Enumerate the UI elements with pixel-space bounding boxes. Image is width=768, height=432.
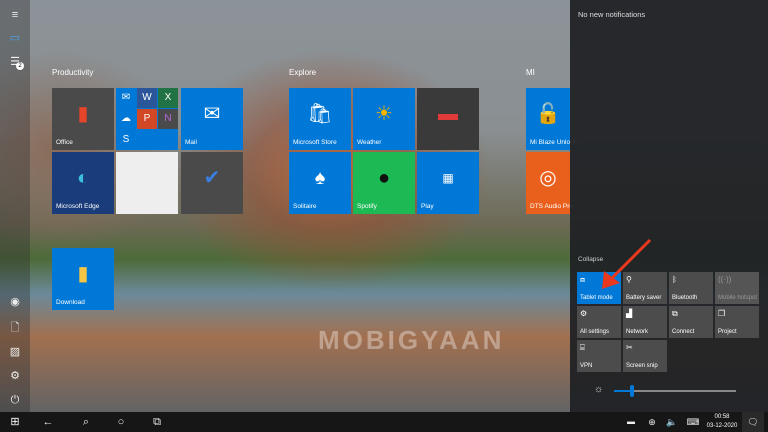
tile-play[interactable]: ▦ Play	[417, 152, 479, 214]
hotspot-icon: ((·))	[718, 275, 732, 284]
tile-microsoft-edge[interactable]: ◐ Microsoft Edge	[52, 152, 114, 214]
hamburger-icon[interactable]: ≡	[8, 8, 22, 22]
tile-mi-blaze-unlock[interactable]: 🔓 Mi Blaze Unlock	[526, 88, 577, 150]
connect-icon: ⧉	[672, 309, 678, 318]
tile-dts-audio[interactable]: ◎ DTS Audio Pro	[526, 152, 573, 214]
tile-todo[interactable]: ✔	[181, 152, 243, 214]
tile-microsoft-store[interactable]: 🛍 Microsoft Store	[289, 88, 351, 150]
group-label-explore: Explore	[289, 68, 317, 77]
red-arrow-annotation	[602, 238, 652, 289]
spotify-icon: ●	[377, 167, 391, 190]
network-icon: ▟	[626, 309, 633, 318]
bluetooth-icon: ᛒ	[672, 275, 677, 284]
quick-action-bluetooth[interactable]: ᛒ Bluetooth	[669, 272, 713, 304]
cards-icon: ♠	[314, 167, 326, 190]
project-icon: ❐	[718, 309, 726, 318]
news-icon: ▬	[438, 103, 458, 126]
gear-icon: ⚙	[580, 309, 588, 318]
checkmark-icon: ✔	[203, 167, 221, 190]
clock-time: 00:58	[714, 414, 730, 420]
quick-action-connect[interactable]: ⧉ Connect	[669, 306, 713, 338]
battery-icon[interactable]: ▬	[624, 412, 638, 432]
action-center: No new notifications Collapse ⧈ Tablet mo…	[570, 0, 768, 412]
user-avatar-icon[interactable]: ◉	[8, 295, 22, 309]
quick-action-all-settings[interactable]: ⚙ All settings	[577, 306, 621, 338]
all-apps-list-icon[interactable]: ☰ 2	[8, 55, 24, 70]
onenote-icon[interactable]: N	[158, 109, 178, 129]
brightness-slider[interactable]	[614, 385, 736, 397]
pictures-icon[interactable]: ▨	[8, 345, 22, 359]
taskbar: ⊞ ← ⌕ ○ ⧉ ▬ ⊕ 🔈 ⌨ 00:58 03-12-2020 🗨	[0, 412, 768, 432]
watermark: MOBIGYAAN	[318, 325, 505, 355]
outlook-icon[interactable]: ✉	[116, 88, 136, 108]
tile-office[interactable]: ▮ Office	[52, 88, 114, 150]
brightness-thumb[interactable]	[630, 385, 635, 397]
weather-icon: ☀	[375, 103, 393, 126]
brightness-icon: ☼	[594, 384, 604, 395]
quick-action-vpn[interactable]: ⌸ VPN	[577, 340, 621, 372]
tile-solitaire[interactable]: ♠ Solitaire	[289, 152, 351, 214]
task-view-icon[interactable]: ⧉	[148, 412, 166, 432]
edge-icon: ◐	[76, 167, 90, 190]
tile-spotify[interactable]: ● Spotify	[353, 152, 415, 214]
quick-action-network[interactable]: ▟ Network	[623, 306, 667, 338]
folder-icon: ▮	[77, 263, 89, 286]
powerpoint-icon[interactable]: P	[137, 109, 157, 129]
tile-mail[interactable]: ✉ Mail	[181, 88, 243, 150]
quick-action-screen-snip[interactable]: ✂ Screen snip	[623, 340, 667, 372]
quick-action-project[interactable]: ❐ Project	[715, 306, 759, 338]
dts-icon: ◎	[539, 167, 557, 190]
action-center-button-icon[interactable]: 🗨	[742, 412, 764, 432]
quick-action-mobile-hotspot[interactable]: ((·)) Mobile hotspot	[715, 272, 759, 304]
touch-keyboard-icon[interactable]: ⌨	[684, 412, 702, 432]
tile-live-preview[interactable]	[116, 152, 178, 214]
tile-download[interactable]: ▮ Download	[52, 248, 114, 310]
all-tiles-icon[interactable]: ▭	[8, 31, 22, 45]
list-badge: 2	[16, 62, 24, 70]
start-rail: ≡ ▭ ☰ 2 ◉ 🗋 ▨ ⚙ ⏻	[0, 0, 30, 412]
clock[interactable]: 00:58 03-12-2020	[702, 413, 742, 431]
cortana-icon[interactable]: ○	[112, 412, 130, 432]
volume-icon[interactable]: 🔈	[665, 412, 679, 432]
search-icon[interactable]: ⌕	[76, 412, 96, 432]
office-icon: ▮	[77, 103, 89, 126]
mail-icon: ✉	[203, 103, 221, 126]
documents-icon[interactable]: 🗋	[8, 321, 22, 335]
power-icon[interactable]: ⏻	[8, 393, 22, 407]
word-icon[interactable]: W	[137, 88, 157, 108]
games-grid-icon: ▦	[442, 171, 454, 186]
network-globe-icon[interactable]: ⊕	[645, 412, 659, 432]
windows-start-icon[interactable]: ⊞	[6, 412, 24, 432]
group-label-mi: MI	[526, 68, 535, 77]
screen-snip-icon: ✂	[626, 343, 633, 352]
lock-icon: 🔓	[535, 103, 561, 126]
settings-icon[interactable]: ⚙	[8, 369, 22, 383]
tile-news[interactable]: ▬	[417, 88, 479, 150]
office-apps-folder[interactable]: ✉ W X ☁ P N S	[116, 88, 178, 150]
store-icon: 🛍	[307, 103, 333, 126]
tile-weather[interactable]: ☀ Weather	[353, 88, 415, 150]
back-arrow-icon[interactable]: ←	[38, 412, 58, 432]
group-label-productivity: Productivity	[52, 68, 94, 77]
clock-date: 03-12-2020	[706, 423, 738, 429]
onedrive-icon[interactable]: ☁	[116, 109, 136, 129]
excel-icon[interactable]: X	[158, 88, 178, 108]
no-notifications-text: No new notifications	[578, 10, 646, 19]
tablet-icon: ⧈	[580, 275, 586, 284]
skype-icon[interactable]: S	[116, 130, 136, 150]
vpn-icon: ⌸	[580, 343, 585, 352]
